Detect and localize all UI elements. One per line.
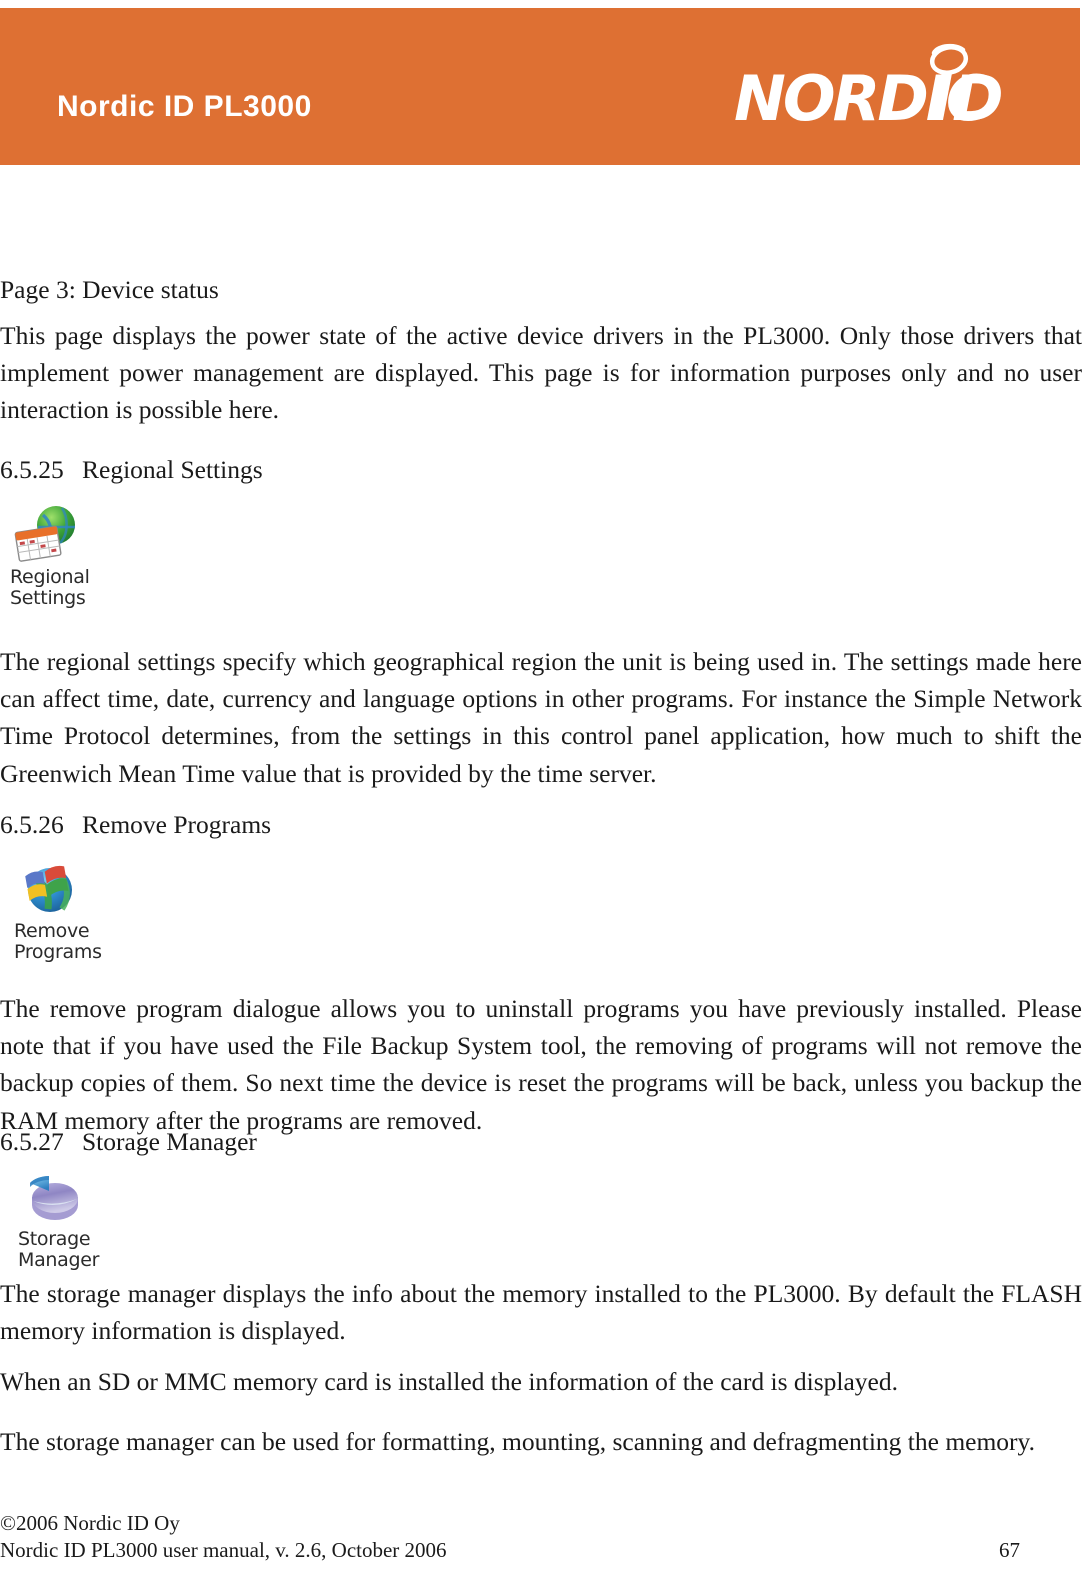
- section-number: 6.5.27: [0, 1127, 64, 1156]
- regional-settings-icon: [10, 503, 82, 565]
- section-number: 6.5.26: [0, 810, 64, 839]
- header-product-title: Nordic ID PL3000: [57, 90, 312, 123]
- remove-programs-icon: [14, 857, 86, 919]
- footer-copyright: ©2006 Nordic ID Oy: [0, 1510, 180, 1535]
- storage-manager-icon-caption: Storage Manager: [18, 1228, 100, 1271]
- storage-manager-icon-block: Storage Manager: [18, 1165, 126, 1270]
- section-heading-6-5-27: 6.5.27 Storage Manager: [0, 1125, 257, 1158]
- footer-bottom-row: Nordic ID PL3000 user manual, v. 2.6, Oc…: [0, 1537, 1082, 1565]
- regional-settings-paragraph: The regional settings specify which geog…: [0, 647, 1082, 788]
- footer-manual-line: Nordic ID PL3000 user manual, v. 2.6, Oc…: [0, 1538, 447, 1563]
- storage-manager-icon: [18, 1165, 90, 1227]
- regional-settings-icon-caption: Regional Settings: [10, 566, 90, 609]
- page-footer: ©2006 Nordic ID Oy Nordic ID PL3000 user…: [0, 1510, 1082, 1565]
- storage-manager-paragraph-1: The storage manager displays the info ab…: [0, 1279, 1082, 1346]
- section-number: 6.5.25: [0, 455, 64, 484]
- footer-page-number: 67: [999, 1538, 1020, 1563]
- section-heading-6-5-26: 6.5.26 Remove Programs: [0, 808, 271, 841]
- nordic-id-logo: NORDIC ID: [734, 42, 1024, 142]
- remove-programs-icon-caption: Remove Programs: [14, 920, 102, 963]
- page-header-banner: Nordic ID PL3000 NORDIC ID: [0, 8, 1080, 165]
- lead-line: Page 3: Device status: [0, 275, 219, 304]
- logo-wordmark-id: ID: [930, 62, 1003, 135]
- section-title: Storage Manager: [82, 1127, 257, 1156]
- regional-settings-icon-block: Regional Settings: [10, 503, 118, 608]
- remove-programs-icon-block: Remove Programs: [14, 857, 122, 962]
- section-title: Regional Settings: [82, 455, 263, 484]
- section-heading-6-5-25: 6.5.25 Regional Settings: [0, 453, 263, 486]
- section-title: Remove Programs: [82, 810, 272, 839]
- storage-manager-paragraph-3: The storage manager can be used for form…: [0, 1427, 1036, 1456]
- storage-manager-paragraph-2: When an SD or MMC memory card is install…: [0, 1367, 898, 1396]
- intro-paragraph: This page displays the power state of th…: [0, 321, 1082, 425]
- remove-programs-paragraph: The remove program dialogue allows you t…: [0, 994, 1082, 1135]
